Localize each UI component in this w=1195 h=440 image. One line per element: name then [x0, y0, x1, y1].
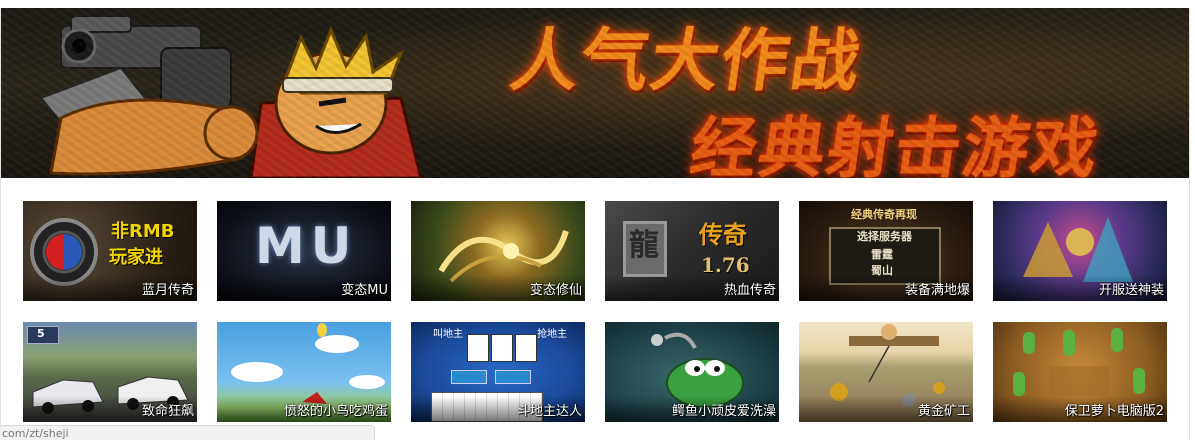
game-art-text: 抢地主 — [537, 329, 567, 340]
status-url-bar: com/zt/sheji — [0, 425, 375, 440]
game-title: 装备满地爆 — [904, 283, 970, 298]
game-art-text: 传奇 — [699, 221, 747, 249]
game-tile-biantai-mu[interactable]: MU 变态MU — [217, 201, 391, 301]
game-button — [451, 370, 487, 384]
game-title: 保卫萝卜电脑版2 — [1064, 404, 1164, 419]
game-title: 鳄鱼小顽皮爱洗澡 — [671, 404, 776, 419]
game-tile-rexue-chuanqi[interactable]: 龍 传奇 1.76 热血传奇 — [605, 201, 779, 301]
game-art-text: 雷霆 — [871, 248, 893, 261]
game-tile-zhiming-kuangbiao[interactable]: 5 致命狂飙 — [23, 322, 197, 422]
game-art-text: 非RMB — [111, 221, 175, 242]
game-tile-lanyue-chuanqi[interactable]: 非RMB 玩家进 蓝月传奇 — [23, 201, 197, 301]
game-tile-zhuangbei-mandibao[interactable]: 经典传奇再现 选择服务器 雷霆 蜀山 装备满地爆 — [799, 201, 973, 301]
playing-card — [491, 334, 513, 362]
game-title: 变态修仙 — [529, 283, 582, 298]
game-title: 斗地主达人 — [516, 404, 582, 419]
game-art-text: 选择服务器 — [857, 230, 912, 243]
gunman-illustration — [39, 15, 423, 178]
game-art-text: 玩家进 — [109, 247, 163, 268]
game-title: 黄金矿工 — [917, 404, 970, 419]
game-button — [495, 370, 531, 384]
game-art-text: 1.76 — [701, 253, 750, 277]
game-title: 变态MU — [341, 283, 388, 298]
game-tile-kaifu-songshenzhuang[interactable]: 开服送神装 — [993, 201, 1167, 301]
game-tile-eyu-xiaowanpi[interactable]: 鳄鱼小顽皮爱洗澡 — [605, 322, 779, 422]
game-art-text: 龍 — [629, 228, 659, 263]
game-title: 致命狂飙 — [141, 404, 194, 419]
game-title: 开服送神装 — [1098, 283, 1164, 298]
game-tile-fennu-xiaoniao[interactable]: 愤怒的小鸟吃鸡蛋 — [217, 322, 391, 422]
game-art-text: 叫地主 — [433, 329, 463, 340]
game-tile-baowei-luobo[interactable]: 保卫萝卜电脑版2 — [993, 322, 1167, 422]
playing-card — [467, 334, 489, 362]
game-tile-doudizhu-daren[interactable]: 叫地主 抢地主 斗地主达人 — [411, 322, 585, 422]
hero-banner[interactable]: 人气大作战 经典射击游戏 — [1, 8, 1189, 178]
game-art-text: 经典传奇再现 — [851, 208, 917, 221]
game-title: 蓝月传奇 — [141, 283, 194, 298]
game-title: 热血传奇 — [723, 283, 776, 298]
banner-subtitle: 经典射击游戏 — [685, 110, 1105, 178]
game-title: 愤怒的小鸟吃鸡蛋 — [283, 404, 388, 419]
playing-card — [515, 334, 537, 362]
mu-logo: MU — [255, 217, 358, 275]
game-grid: 非RMB 玩家进 蓝月传奇 MU 变态MU 变态修仙 龍 传奇 1.76 热血传… — [23, 201, 1169, 431]
lap-number: 5 — [37, 327, 45, 340]
game-tile-huangjin-kuanggong[interactable]: 黄金矿工 — [799, 322, 973, 422]
game-tile-biantai-xiuxian[interactable]: 变态修仙 — [411, 201, 585, 301]
banner-title: 人气大作战 — [505, 22, 867, 101]
